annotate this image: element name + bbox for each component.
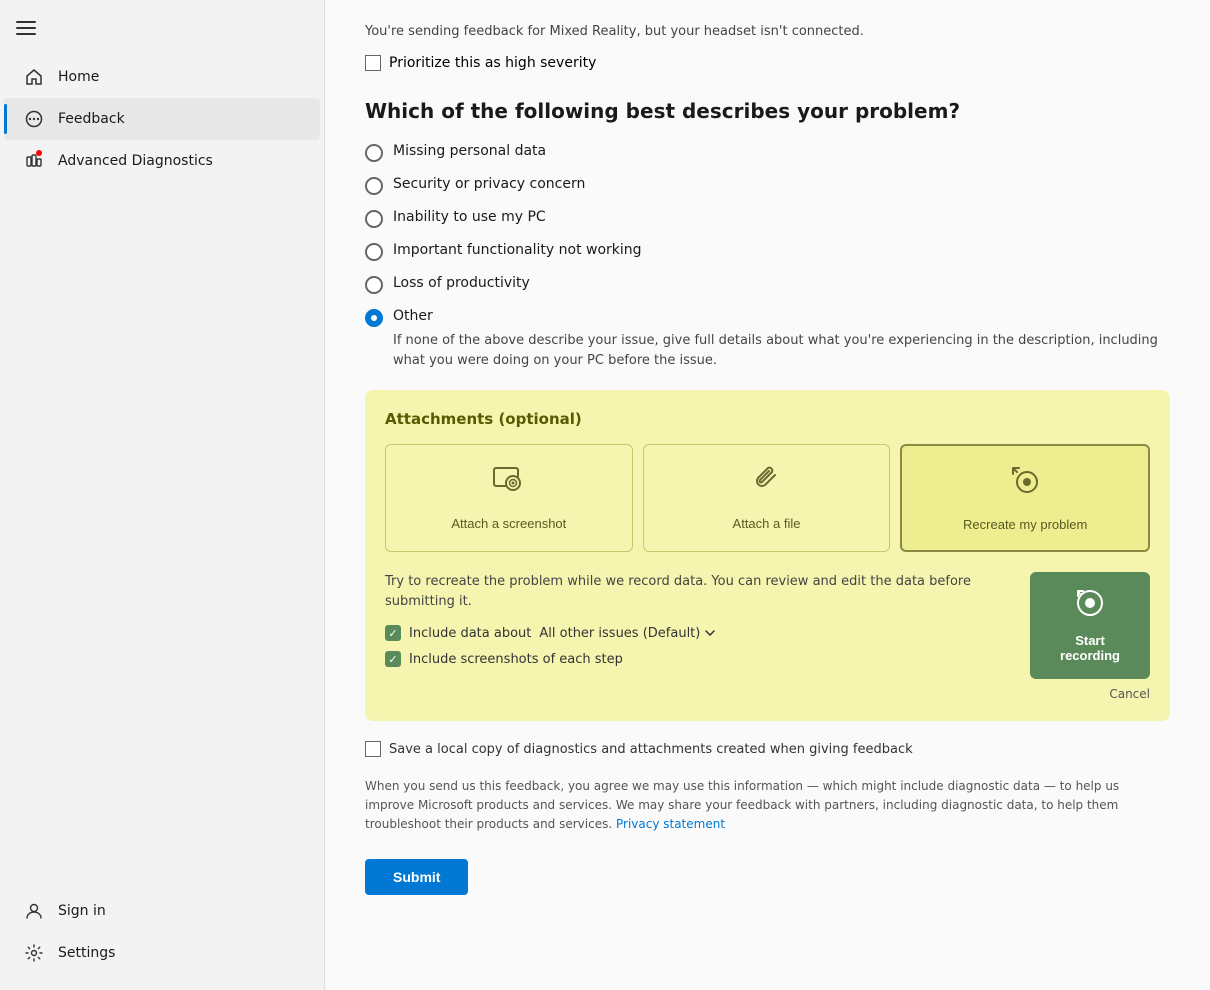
sidebar-nav: Home Feedback (0, 52, 324, 882)
other-sublabel: If none of the above describe your issue… (393, 331, 1170, 370)
sign-in-label: Sign in (58, 903, 106, 919)
radio-inability-to-use[interactable] (365, 210, 383, 228)
recording-icon (1075, 588, 1105, 625)
attachments-title: Attachments (optional) (385, 410, 1150, 428)
sidebar-item-diagnostics-label: Advanced Diagnostics (58, 153, 213, 169)
sidebar-item-advanced-diagnostics[interactable]: Advanced Diagnostics (4, 140, 320, 182)
attachments-box: Attachments (optional) Attach a screensh… (365, 390, 1170, 721)
sidebar-item-feedback[interactable]: Feedback (4, 98, 320, 140)
radio-item-inability-to-use[interactable]: Inability to use my PC (365, 209, 1170, 228)
start-recording-button[interactable]: Start recording (1030, 572, 1150, 679)
screenshot-icon (491, 463, 527, 506)
sidebar-bottom: Sign in Settings (0, 882, 324, 990)
start-recording-label: Start recording (1050, 633, 1130, 663)
sidebar: Home Feedback (0, 0, 325, 990)
radio-label-inability-to-use: Inability to use my PC (393, 209, 546, 225)
notification-dot (36, 150, 42, 156)
account-icon (24, 901, 44, 921)
attach-file-label: Attach a file (733, 516, 801, 531)
radio-group: Missing personal data Security or privac… (365, 143, 1170, 370)
include-data-checkbox[interactable] (385, 625, 401, 641)
recreate-label: Recreate my problem (963, 517, 1087, 532)
radio-label-missing-personal-data: Missing personal data (393, 143, 546, 159)
save-local-row: Save a local copy of diagnostics and att… (365, 741, 1170, 757)
recreate-problem-button[interactable]: Recreate my problem (900, 444, 1150, 552)
recreate-panel: Try to recreate the problem while we rec… (385, 572, 1150, 701)
radio-security-privacy[interactable] (365, 177, 383, 195)
cancel-button[interactable]: Cancel (1109, 687, 1150, 701)
radio-item-missing-personal-data[interactable]: Missing personal data (365, 143, 1170, 162)
include-data-label: Include data about (409, 626, 531, 641)
chevron-down-icon (704, 627, 716, 639)
radio-label-other: Other (393, 308, 433, 324)
radio-missing-personal-data[interactable] (365, 144, 383, 162)
submit-button[interactable]: Submit (365, 859, 468, 895)
radio-other[interactable] (365, 309, 383, 327)
settings-icon (24, 943, 44, 963)
priority-label: Prioritize this as high severity (389, 55, 596, 71)
legal-text: When you send us this feedback, you agre… (365, 777, 1170, 835)
attach-screenshot-button[interactable]: Attach a screenshot (385, 444, 633, 552)
attach-file-icon (749, 463, 785, 506)
home-icon (24, 67, 44, 87)
legal-text-content: When you send us this feedback, you agre… (365, 779, 1119, 831)
radio-label-security-privacy: Security or privacy concern (393, 176, 585, 192)
save-local-checkbox[interactable] (365, 741, 381, 757)
attach-buttons-row: Attach a screenshot Attach a file (385, 444, 1150, 552)
radio-important-functionality[interactable] (365, 243, 383, 261)
include-data-row: Include data about All other issues (Def… (385, 625, 1014, 641)
feedback-icon (24, 109, 44, 129)
attach-file-button[interactable]: Attach a file (643, 444, 891, 552)
priority-row: Prioritize this as high severity (365, 55, 1170, 71)
section-title: Which of the following best describes yo… (365, 99, 1170, 123)
radio-item-other[interactable]: Other If none of the above describe your… (365, 308, 1170, 370)
radio-label-loss-of-productivity: Loss of productivity (393, 275, 530, 291)
sidebar-item-home[interactable]: Home (4, 56, 320, 98)
settings-label: Settings (58, 945, 115, 961)
recreate-info: Try to recreate the problem while we rec… (385, 572, 1014, 677)
include-screenshots-row: Include screenshots of each step (385, 651, 1014, 667)
sidebar-item-home-label: Home (58, 69, 99, 85)
recreate-desc: Try to recreate the problem while we rec… (385, 572, 1014, 611)
sidebar-item-sign-in[interactable]: Sign in (4, 890, 320, 932)
privacy-link[interactable]: Privacy statement (616, 817, 725, 831)
radio-item-important-functionality[interactable]: Important functionality not working (365, 242, 1170, 261)
info-text: You're sending feedback for Mixed Realit… (365, 24, 1170, 39)
recording-actions: Start recording Cancel (1030, 572, 1150, 701)
radio-item-security-privacy[interactable]: Security or privacy concern (365, 176, 1170, 195)
main-content: You're sending feedback for Mixed Realit… (325, 0, 1210, 990)
radio-label-important-functionality: Important functionality not working (393, 242, 642, 258)
priority-checkbox[interactable] (365, 55, 381, 71)
radio-item-loss-of-productivity[interactable]: Loss of productivity (365, 275, 1170, 294)
include-data-dropdown[interactable]: All other issues (Default) (539, 626, 716, 641)
include-data-value: All other issues (Default) (539, 626, 700, 641)
include-screenshots-label: Include screenshots of each step (409, 652, 623, 667)
save-local-label: Save a local copy of diagnostics and att… (389, 742, 913, 757)
include-screenshots-checkbox[interactable] (385, 651, 401, 667)
recreate-icon (1007, 464, 1043, 507)
attach-screenshot-label: Attach a screenshot (451, 516, 566, 531)
sidebar-item-feedback-label: Feedback (58, 111, 125, 127)
sidebar-item-settings[interactable]: Settings (4, 932, 320, 974)
hamburger-menu[interactable] (0, 0, 324, 52)
radio-loss-of-productivity[interactable] (365, 276, 383, 294)
